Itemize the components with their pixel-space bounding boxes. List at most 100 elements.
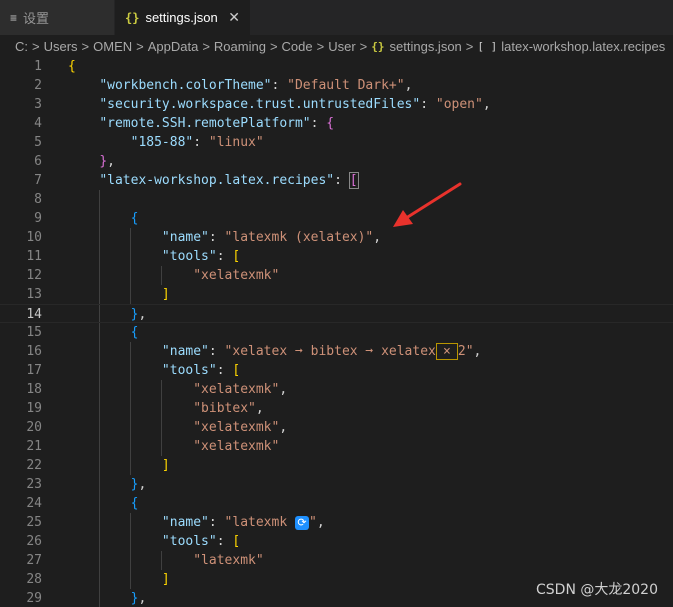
json-value: "Default Dark+" [287,78,405,93]
breadcrumb-segment[interactable]: OMEN [93,39,132,54]
chevron-right-icon: > [316,38,325,54]
line-number: 13 [26,287,42,302]
line-number: 26 [26,534,42,549]
line-number: 9 [34,211,42,226]
json-value: "linux" [208,135,264,150]
json-key: "name" [161,515,209,530]
json-value: 2" [457,344,474,359]
json-braces-icon: {} [125,10,140,25]
line-number: 17 [26,363,42,378]
unusual-character-highlight[interactable]: × [435,343,458,360]
code-line: 25 "name": "latexmk ⟳ ", [0,513,673,532]
json-value: "latexmk" [193,553,264,568]
close-icon[interactable]: ✕ [228,9,240,26]
breadcrumb-segment[interactable]: Code [282,39,313,54]
breadcrumb-symbol[interactable]: latex-workshop.latex.recipes [501,39,665,54]
line-number: 5 [34,135,42,150]
code-line: 2 "workbench.colorTheme": "Default Dark+… [0,76,673,95]
json-braces-icon: {} [371,39,385,53]
code-line: 3 "security.workspace.trust.untrustedFil… [0,95,673,114]
code-line: 7 "latex-workshop.latex.recipes": [ [0,171,673,190]
code-line: 11 "tools": [ [0,247,673,266]
code-line: 24 { [0,494,673,513]
chevron-right-icon: > [81,38,90,54]
line-number: 8 [34,192,42,207]
line-number: 29 [26,591,42,606]
line-number: 18 [26,382,42,397]
line-number: 24 [26,496,42,511]
code-line: 5 "185-88": "linux" [0,133,673,152]
line-number: 10 [26,230,42,245]
code-editor[interactable]: 1{ 2 "workbench.colorTheme": "Default Da… [0,57,673,607]
line-number: 14 [26,307,42,322]
code-line: 8 [0,190,673,209]
breadcrumb-segment[interactable]: Users [44,39,78,54]
line-number: 21 [26,439,42,454]
line-number: 27 [26,553,42,568]
chevron-right-icon: > [202,38,210,54]
json-value: "latexmk (xelatex)" [224,230,374,245]
json-value: "xelatexmk" [193,382,280,397]
json-key: "name" [161,344,209,359]
json-key: "security.workspace.trust.untrustedFiles… [99,97,421,112]
line-number: 4 [34,116,42,131]
json-key: "185-88" [130,135,194,150]
chevron-right-icon: > [136,38,144,54]
json-key: "name" [161,230,209,245]
code-line: 6 }, [0,152,673,171]
line-number: 7 [34,173,42,188]
json-value: "xelatexmk" [193,420,280,435]
line-number: 20 [26,420,42,435]
line-number: 3 [34,97,42,112]
json-key: "remote.SSH.remotePlatform" [99,116,311,131]
code-line: 16 "name": "xelatex ➞ bibtex ➞ xelatex × 2… [0,342,673,361]
chevron-right-icon: > [269,38,278,54]
tab-settings-json[interactable]: {} settings.json ✕ [115,0,250,35]
code-line: 1{ [0,57,673,76]
chevron-right-icon: > [32,38,40,54]
code-line: 9 { [0,209,673,228]
code-line: 26 "tools": [ [0,532,673,551]
json-key: "tools" [161,363,217,378]
code-line: 23 }, [0,475,673,494]
chevron-right-icon: > [359,38,368,54]
breadcrumb-segment[interactable]: Roaming [214,39,266,54]
json-value: "xelatexmk" [193,268,280,283]
line-number: 6 [34,154,42,169]
array-icon: [ ] [477,39,498,53]
code-line: 4 "remote.SSH.remotePlatform": { [0,114,673,133]
json-value: "xelatexmk" [193,439,280,454]
line-number: 19 [26,401,42,416]
json-key: "tools" [161,534,217,549]
chevron-right-icon: > [465,38,474,54]
line-number: 1 [34,59,42,74]
code-line: 18 "xelatexmk", [0,380,673,399]
line-number: 15 [26,325,42,340]
breadcrumb-segment[interactable]: AppData [148,39,199,54]
breadcrumb-file[interactable]: settings.json [390,39,462,54]
refresh-emoji-icon: ⟳ [295,515,309,530]
line-number: 12 [26,268,42,283]
code-line-current: 14 }, [0,304,673,323]
annotation-arrow-icon [393,182,462,227]
menu-icon: ≡ [10,10,18,25]
watermark: CSDN @大龙2020 [536,582,658,598]
line-number: 16 [26,344,42,359]
tab-settings-ui[interactable]: ≡ 设置 [0,0,115,35]
tab-bar: ≡ 设置 {} settings.json ✕ [0,0,673,35]
json-key: "latex-workshop.latex.recipes" [99,173,335,188]
code-line: 15 { [0,323,673,342]
code-line: 10 "name": "latexmk (xelatex)", [0,228,673,247]
line-number: 25 [26,515,42,530]
code-line: 13 ] [0,285,673,304]
breadcrumb: C: > Users > OMEN > AppData > Roaming > … [0,35,673,57]
json-key: "tools" [161,249,217,264]
tab-label: settings.json [145,10,218,25]
json-value: "xelatex ➞ bibtex ➞ xelatex [224,344,436,359]
json-value: "open" [435,97,483,112]
code-line: 27 "latexmk" [0,551,673,570]
line-number: 23 [26,477,42,492]
breadcrumb-segment[interactable]: C: [15,39,28,54]
breadcrumb-segment[interactable]: User [328,39,355,54]
line-number: 22 [26,458,42,473]
